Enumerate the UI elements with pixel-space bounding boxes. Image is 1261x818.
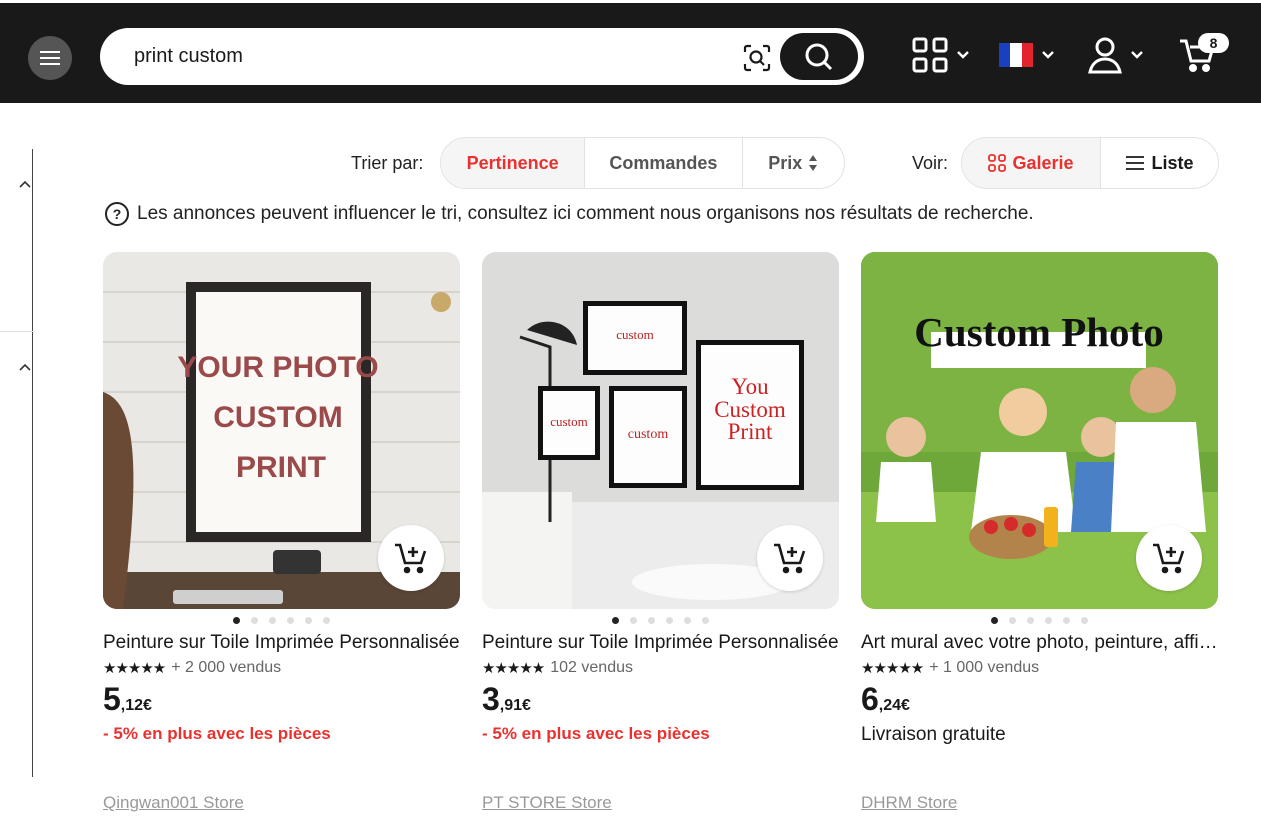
sort-option-price[interactable]: Prix [741,138,845,188]
grid-icon [988,154,1007,172]
image-text: custom [616,327,654,342]
ads-notice-text: Les annonces peuvent influencer le tri, … [137,203,1034,224]
product-title[interactable]: Peinture sur Toile Imprimée Personnalisé… [103,631,460,655]
sort-label: Trier par: [351,153,424,173]
search-icon [805,43,833,70]
sort-option-label: Prix [768,152,803,173]
france-flag-icon [999,43,1033,67]
coin-promo: - 5% en plus avec les pièces [103,724,331,743]
product-rating: ★★★★★ 102 vendus [482,659,839,677]
country-selector[interactable] [999,35,1055,75]
image-text: You [731,374,769,399]
price-integer: 5 [103,681,121,717]
user-icon [1088,37,1122,74]
qr-code-menu[interactable] [912,35,970,75]
view-options: Galerie Liste [961,137,1219,189]
store-link[interactable]: PT STORE Store [482,793,612,813]
account-menu[interactable] [1088,35,1144,75]
carousel-dots [861,609,1218,631]
list-icon [1126,156,1145,170]
image-text: Custom Photo [914,309,1163,355]
image-text: YOUR PHOTO [177,351,378,384]
sidebar-divider [0,331,34,332]
search-button[interactable] [780,33,858,80]
view-option-list[interactable]: Liste [1099,138,1218,188]
sidebar-border [32,149,33,777]
add-to-cart-button[interactable] [378,525,444,591]
product-rating: ★★★★★ + 2 000 vendus [103,659,460,677]
price-decimal: ,91€ [499,697,531,714]
hamburger-icon [40,51,60,65]
store-link[interactable]: DHRM Store [861,793,957,813]
carousel-dots [103,609,460,631]
add-to-cart-icon [395,543,427,574]
cart-count-badge: 8 [1198,33,1229,53]
add-to-cart-icon [774,543,806,574]
product-title[interactable]: Peinture sur Toile Imprimée Personnalisé… [482,631,839,655]
sold-count: + 1 000 vendus [929,659,1040,676]
image-text: CUSTOM [213,401,342,434]
product-image[interactable]: Custom Photo [861,252,1218,609]
image-text: custom [628,427,669,442]
sort-arrows-icon [809,155,818,171]
chevron-up-icon[interactable] [19,178,31,190]
chevron-down-icon [1131,51,1143,59]
product-price: 6,24€ [861,681,1218,718]
view-option-gallery[interactable]: Galerie [962,138,1100,188]
image-text: PRINT [236,451,326,484]
help-icon: ? [105,202,129,226]
add-to-cart-icon [1153,543,1185,574]
search-bar [100,28,864,85]
sold-count: 102 vendus [550,659,633,676]
product-card[interactable]: custom custom custom You Custom Print Pe… [482,252,839,812]
rating-stars: ★★★★★ [482,660,545,677]
qr-code-icon [912,37,948,73]
chevron-up-icon[interactable] [19,361,31,373]
image-text: custom [550,414,588,429]
image-search-icon[interactable] [743,44,771,72]
sold-count: + 2 000 vendus [171,659,282,676]
product-price: 3,91€ [482,681,839,718]
price-decimal: ,12€ [120,697,152,714]
product-card[interactable]: YOUR PHOTO CUSTOM PRINT Peinture sur Toi… [103,252,460,812]
sort-option-label: Commandes [609,152,718,173]
free-shipping-label: Livraison gratuite [861,724,1006,745]
price-integer: 6 [861,681,879,717]
chevron-down-icon [1042,51,1054,59]
price-integer: 3 [482,681,500,717]
view-label: Voir: [912,153,949,173]
rating-stars: ★★★★★ [103,660,166,677]
chevron-down-icon [957,51,969,59]
product-image[interactable]: custom custom custom You Custom Print [482,252,839,609]
add-to-cart-button[interactable] [1136,525,1202,591]
view-option-label: Galerie [1012,152,1074,173]
menu-button[interactable] [28,36,72,80]
price-decimal: ,24€ [878,697,910,714]
coin-promo: - 5% en plus avec les pièces [482,724,710,743]
rating-stars: ★★★★★ [861,660,924,677]
add-to-cart-button[interactable] [757,525,823,591]
view-option-label: Liste [1151,152,1194,173]
store-link[interactable]: Qingwan001 Store [103,793,244,813]
image-text: Print [728,419,773,444]
product-title[interactable]: Art mural avec votre photo, peinture, af… [861,631,1218,655]
product-price: 5,12€ [103,681,460,718]
search-input[interactable] [134,45,694,68]
top-header: 8 [0,0,1261,103]
sort-option-label: Pertinence [466,152,559,173]
sort-options: Pertinence Commandes Prix [440,137,845,189]
product-rating: ★★★★★ + 1 000 vendus [861,659,1218,677]
sort-option-relevance[interactable]: Pertinence [441,138,585,188]
sort-option-orders[interactable]: Commandes [584,138,741,188]
product-card[interactable]: Custom Photo Art mural avec votre photo,… [861,252,1218,812]
product-image[interactable]: YOUR PHOTO CUSTOM PRINT [103,252,460,609]
carousel-dots [482,609,839,631]
ads-notice[interactable]: ? Les annonces peuvent influencer le tri… [105,202,1034,226]
